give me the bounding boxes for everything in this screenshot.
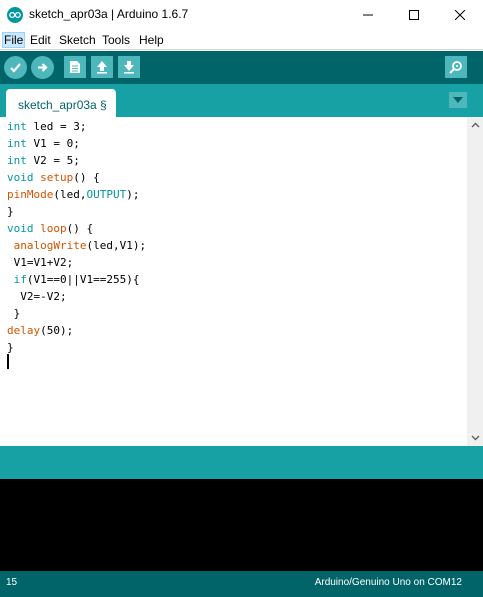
tab-sketch[interactable]: sketch_apr03a § bbox=[6, 89, 116, 117]
text-cursor bbox=[7, 354, 9, 369]
console-output[interactable] bbox=[0, 479, 483, 571]
message-area bbox=[0, 446, 483, 479]
code-line: pinMode(led,OUTPUT); bbox=[7, 188, 140, 201]
minimize-icon bbox=[363, 14, 373, 16]
code-line: V1=V1+V2; bbox=[7, 256, 74, 269]
scroll-down-button[interactable] bbox=[467, 430, 483, 446]
code-line: int V1 = 0; bbox=[7, 137, 80, 150]
line-number: 15 bbox=[6, 577, 18, 588]
document-icon bbox=[70, 61, 80, 73]
open-button[interactable] bbox=[91, 56, 113, 78]
code-line: int led = 3; bbox=[7, 120, 87, 133]
serial-monitor-button[interactable] bbox=[445, 56, 467, 78]
board-port-label: Arduino/Genuino Uno on COM12 bbox=[314, 577, 462, 588]
save-button[interactable] bbox=[118, 56, 140, 78]
menu-tools[interactable]: Tools bbox=[101, 32, 131, 48]
arrow-down-icon bbox=[124, 61, 134, 74]
chevron-up-icon bbox=[471, 122, 479, 128]
menu-bar: File Edit Sketch Tools Help bbox=[0, 30, 483, 50]
chevron-down-icon bbox=[471, 435, 479, 441]
code-line: V2=-V2; bbox=[7, 290, 67, 303]
title-bar: sketch_apr03a | Arduino 1.6.7 bbox=[0, 0, 483, 30]
tab-label: sketch_apr03a § bbox=[18, 98, 107, 112]
menu-sketch[interactable]: Sketch bbox=[58, 32, 97, 48]
maximize-button[interactable] bbox=[391, 0, 437, 30]
minimize-button[interactable] bbox=[345, 0, 391, 30]
window-title: sketch_apr03a | Arduino 1.6.7 bbox=[29, 7, 189, 21]
code-line: void loop() { bbox=[7, 222, 94, 235]
menu-edit[interactable]: Edit bbox=[29, 32, 52, 48]
code-line: void setup() { bbox=[7, 171, 100, 184]
check-icon bbox=[10, 63, 21, 73]
upload-button[interactable] bbox=[31, 56, 54, 79]
scroll-up-button[interactable] bbox=[467, 117, 483, 133]
menu-file[interactable]: File bbox=[2, 32, 26, 48]
code-line: } bbox=[7, 307, 21, 320]
code-line: delay(50); bbox=[7, 324, 74, 337]
arrow-right-icon bbox=[38, 63, 48, 72]
tab-menu-button[interactable] bbox=[449, 92, 467, 108]
new-button[interactable] bbox=[64, 56, 86, 78]
triangle-down-icon bbox=[453, 97, 463, 103]
code-editor[interactable]: int led = 3; int V1 = 0; int V2 = 5; voi… bbox=[0, 117, 467, 446]
close-icon bbox=[455, 10, 465, 20]
magnifier-icon bbox=[449, 61, 462, 74]
tab-bar: sketch_apr03a § bbox=[0, 84, 483, 117]
toolbar bbox=[0, 51, 483, 84]
status-bar: 15 Arduino/Genuino Uno on COM12 bbox=[0, 571, 483, 597]
arduino-logo-icon bbox=[7, 7, 23, 23]
code-area[interactable]: int led = 3; int V1 = 0; int V2 = 5; voi… bbox=[7, 118, 146, 356]
verify-button[interactable] bbox=[4, 56, 27, 79]
maximize-icon bbox=[409, 10, 419, 20]
code-line: } bbox=[7, 341, 14, 354]
editor-scrollbar[interactable] bbox=[467, 117, 483, 446]
code-line: } bbox=[7, 205, 14, 218]
code-line: analogWrite(led,V1); bbox=[13, 239, 147, 252]
close-button[interactable] bbox=[437, 0, 483, 30]
arrow-up-icon bbox=[97, 61, 107, 74]
menu-help[interactable]: Help bbox=[138, 32, 165, 48]
code-line: if(V1==0||V1==255){ bbox=[13, 273, 140, 286]
code-line: int V2 = 5; bbox=[7, 154, 80, 167]
